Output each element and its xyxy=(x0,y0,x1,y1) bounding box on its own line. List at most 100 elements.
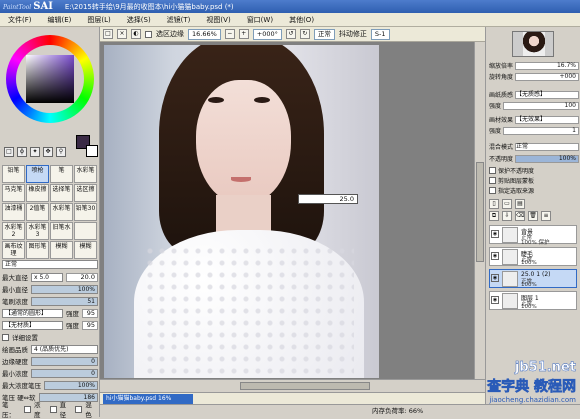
menu-file[interactable]: 文件(F) xyxy=(0,15,40,25)
min-diameter-slider[interactable]: 100% xyxy=(31,284,98,294)
visibility-icon[interactable]: ◉ xyxy=(491,230,499,238)
rotation-field[interactable]: +000° xyxy=(252,28,282,40)
canvas-area[interactable]: 25.0 xyxy=(100,42,485,392)
lasso-icon[interactable]: ϕ xyxy=(17,147,27,157)
max-pressure-slider[interactable]: 100% xyxy=(44,380,98,390)
paper-strength-field[interactable]: 100 xyxy=(503,101,579,110)
layer-blend-dropdown[interactable]: 正常 xyxy=(515,142,579,151)
new-set-icon[interactable]: ▭ xyxy=(502,198,512,209)
brush-slot[interactable]: 模糊 xyxy=(50,241,73,259)
deselect-icon[interactable]: × xyxy=(117,29,127,39)
vertical-scrollbar[interactable] xyxy=(474,42,485,379)
selection-source-checkbox[interactable] xyxy=(489,187,496,194)
zoom-icon[interactable]: ⚲ xyxy=(56,147,66,157)
diameter-value[interactable]: 20.0 xyxy=(66,272,98,282)
brush-slot[interactable] xyxy=(74,222,97,240)
brush-slot[interactable]: 喷枪 xyxy=(26,165,49,183)
menu-select[interactable]: 选择(S) xyxy=(119,15,159,25)
clipping-checkbox[interactable] xyxy=(489,177,496,184)
density-slider[interactable]: 51 xyxy=(31,296,98,306)
document-tab[interactable]: hi小猫猫baby.psd 16% xyxy=(103,394,193,404)
brush-slot[interactable]: 马克笔 xyxy=(2,184,25,202)
layer-opacity-slider[interactable]: 100% xyxy=(515,154,579,163)
invert-icon[interactable]: ◐ xyxy=(131,29,141,39)
move-icon[interactable]: ✥ xyxy=(43,147,53,157)
folder-icon[interactable]: ▤ xyxy=(515,198,525,209)
rotate-left-icon[interactable]: ↺ xyxy=(285,29,296,39)
select-rect-icon[interactable]: □ xyxy=(4,147,14,157)
brush-slot[interactable]: 水彩笔 xyxy=(50,203,73,221)
clear-layer-icon[interactable]: ⌫ xyxy=(515,210,525,221)
secondary-color-swatch[interactable] xyxy=(86,145,98,157)
new-layer-icon[interactable]: ▯ xyxy=(489,198,499,209)
effect-strength-field[interactable]: 1 xyxy=(503,126,579,135)
brush-slot[interactable]: 2值笔 xyxy=(26,203,49,221)
layer-item[interactable]: ◉ 睫毛 正常 100% xyxy=(489,247,577,266)
shape-dropdown[interactable]: 【通常的圆形】 xyxy=(2,308,63,318)
brush-slot[interactable]: 水彩笔 xyxy=(74,165,97,183)
brush-slot[interactable]: 选区擦 xyxy=(74,184,97,202)
brush-slot[interactable]: 画布纹理 xyxy=(2,241,25,259)
nav-angle-field[interactable]: +000 xyxy=(515,72,579,81)
protect-opacity-checkbox[interactable] xyxy=(489,167,496,174)
rotate-right-icon[interactable]: ↻ xyxy=(299,29,310,39)
horizontal-scrollbar[interactable] xyxy=(100,379,485,392)
brush-slot[interactable]: 水彩笔3 xyxy=(26,222,49,240)
paper-dropdown[interactable]: 【无质感】 xyxy=(515,90,579,99)
texture-strength[interactable]: 95 xyxy=(82,320,98,330)
copy-layer-icon[interactable]: ⧉ xyxy=(489,210,499,221)
stabilizer-dropdown[interactable]: S-1 xyxy=(370,28,390,40)
layer-props-icon[interactable]: ≡ xyxy=(541,210,551,221)
status-bar: 内存负荷率: 66% xyxy=(100,404,580,417)
selection-edge-checkbox[interactable] xyxy=(145,30,152,38)
canvas-image[interactable] xyxy=(104,45,379,378)
visibility-icon[interactable]: ◉ xyxy=(491,296,499,304)
texture-dropdown[interactable]: 【无材质】 xyxy=(2,320,63,330)
detail-checkbox[interactable] xyxy=(2,333,9,341)
effect-dropdown[interactable]: 【无效果】 xyxy=(515,115,579,124)
max-diameter-dropdown[interactable]: x 5.0 xyxy=(31,272,63,282)
visibility-icon[interactable]: ◉ xyxy=(491,274,499,282)
nav-zoom-field[interactable]: 16.7% xyxy=(515,61,579,70)
navigator-thumbnail[interactable] xyxy=(512,31,554,57)
zoom-field[interactable]: 16.66% xyxy=(188,28,221,40)
visibility-icon[interactable]: ◉ xyxy=(491,252,499,260)
menu-filter[interactable]: 滤镜(T) xyxy=(159,15,199,25)
brush-slot[interactable]: 橡皮擦 xyxy=(26,184,49,202)
magic-wand-icon[interactable]: ✦ xyxy=(30,147,40,157)
vertical-scroll-thumb[interactable] xyxy=(476,162,484,262)
layer-item-selected[interactable]: ◉ 25.0 1 (2) 正常 100% xyxy=(489,269,577,288)
blend-dropdown[interactable]: 正常 xyxy=(313,28,335,40)
brush-slot[interactable]: 水彩笔2 xyxy=(2,222,25,240)
menu-other[interactable]: 其他(O) xyxy=(281,15,322,25)
brush-mode-dropdown[interactable]: 正常 xyxy=(2,259,98,269)
brush-slot[interactable]: 选择笔 xyxy=(50,184,73,202)
quality-dropdown[interactable]: 4 (品质优先) xyxy=(31,344,98,354)
zoom-out-icon[interactable]: − xyxy=(224,29,235,39)
brush-slot[interactable]: 旧笔水 xyxy=(50,222,73,240)
edge-hardness-slider[interactable]: 0 xyxy=(31,356,98,366)
pressure-density-checkbox[interactable] xyxy=(24,405,31,413)
selection-tool-icon[interactable]: □ xyxy=(103,29,113,39)
layer-item[interactable]: ◉ 背景 正常 100% 保护 xyxy=(489,225,577,246)
brush-slot[interactable]: 铅笔 xyxy=(2,165,25,183)
delete-layer-icon[interactable]: 🗑 xyxy=(528,210,538,221)
pressure-size-checkbox[interactable] xyxy=(49,405,57,413)
shape-strength[interactable]: 95 xyxy=(82,308,98,318)
layer-item[interactable]: ◉ 图层 1 正常 100% xyxy=(489,291,577,310)
brush-slot[interactable]: 油漆桶 xyxy=(2,203,25,221)
menu-window[interactable]: 窗口(W) xyxy=(239,15,281,25)
brush-slot[interactable]: 铅笔30 xyxy=(74,203,97,221)
zoom-in-icon[interactable]: + xyxy=(238,29,249,39)
menu-edit[interactable]: 编辑(E) xyxy=(40,15,80,25)
saturation-value-square[interactable] xyxy=(26,55,74,103)
pressure-blend-checkbox[interactable] xyxy=(75,405,83,413)
horizontal-scroll-thumb[interactable] xyxy=(240,382,370,390)
menu-view[interactable]: 视图(V) xyxy=(198,15,238,25)
brush-slot[interactable]: 模糊 xyxy=(74,241,97,259)
brush-slot[interactable]: 图形笔 xyxy=(26,241,49,259)
brush-slot[interactable]: 笔 xyxy=(50,165,73,183)
menu-layer[interactable]: 图层(L) xyxy=(79,15,118,25)
merge-down-icon[interactable]: ⇩ xyxy=(502,210,512,221)
min-density-slider[interactable]: 0 xyxy=(31,368,98,378)
